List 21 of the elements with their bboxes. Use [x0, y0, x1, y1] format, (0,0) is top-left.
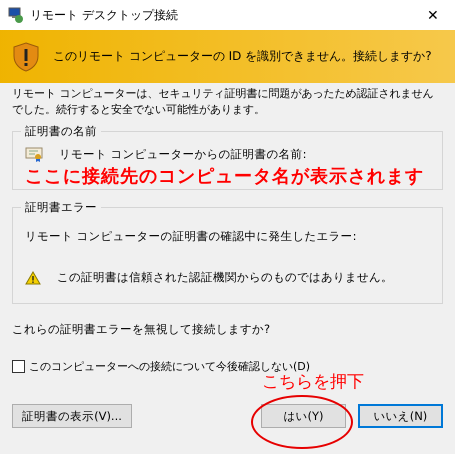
dialog-button[interactable]: 証明書の表示(V)... — [12, 404, 132, 428]
annotation-text: ここに接続先のコンピュータ名が表示されます — [25, 165, 425, 188]
checkbox[interactable] — [12, 360, 25, 373]
description-text: リモート コンピューターは、セキュリティ証明書に問題があったため認証されませんでした。続行すると安全でない可能性があります。 — [12, 86, 434, 118]
shield-warning-icon — [13, 42, 39, 72]
close-button[interactable]: ✕ — [411, 0, 455, 30]
monitor-icon — [8, 7, 24, 23]
group-title: 証明書の名前 — [24, 124, 98, 139]
group-title: 証明書エラー — [24, 200, 98, 215]
dialog-button[interactable]: はい(Y) — [261, 404, 346, 428]
dialog-button[interactable]: いいえ(N) — [358, 404, 443, 428]
checkbox-label[interactable]: このコンピューターへの接続について今後確認しない(D) — [29, 359, 310, 374]
certificate-name-label: リモート コンピューターからの証明書の名前: — [59, 147, 307, 162]
question-text: これらの証明書エラーを無視して接続しますか? — [12, 322, 272, 337]
certificate-icon — [25, 147, 43, 162]
warning-icon — [25, 270, 41, 284]
banner-message: このリモート コンピューターの ID を識別できません。接続しますか? — [53, 48, 432, 65]
annotation-text: こちらを押下 — [262, 372, 364, 392]
window-title: リモート デスクトップ接続 — [30, 6, 178, 24]
error-intro-text: リモート コンピューターの証明書の確認中に発生したエラー: — [25, 229, 358, 244]
error-message: この証明書は信頼された認証機関からのものではありません。 — [57, 270, 393, 285]
